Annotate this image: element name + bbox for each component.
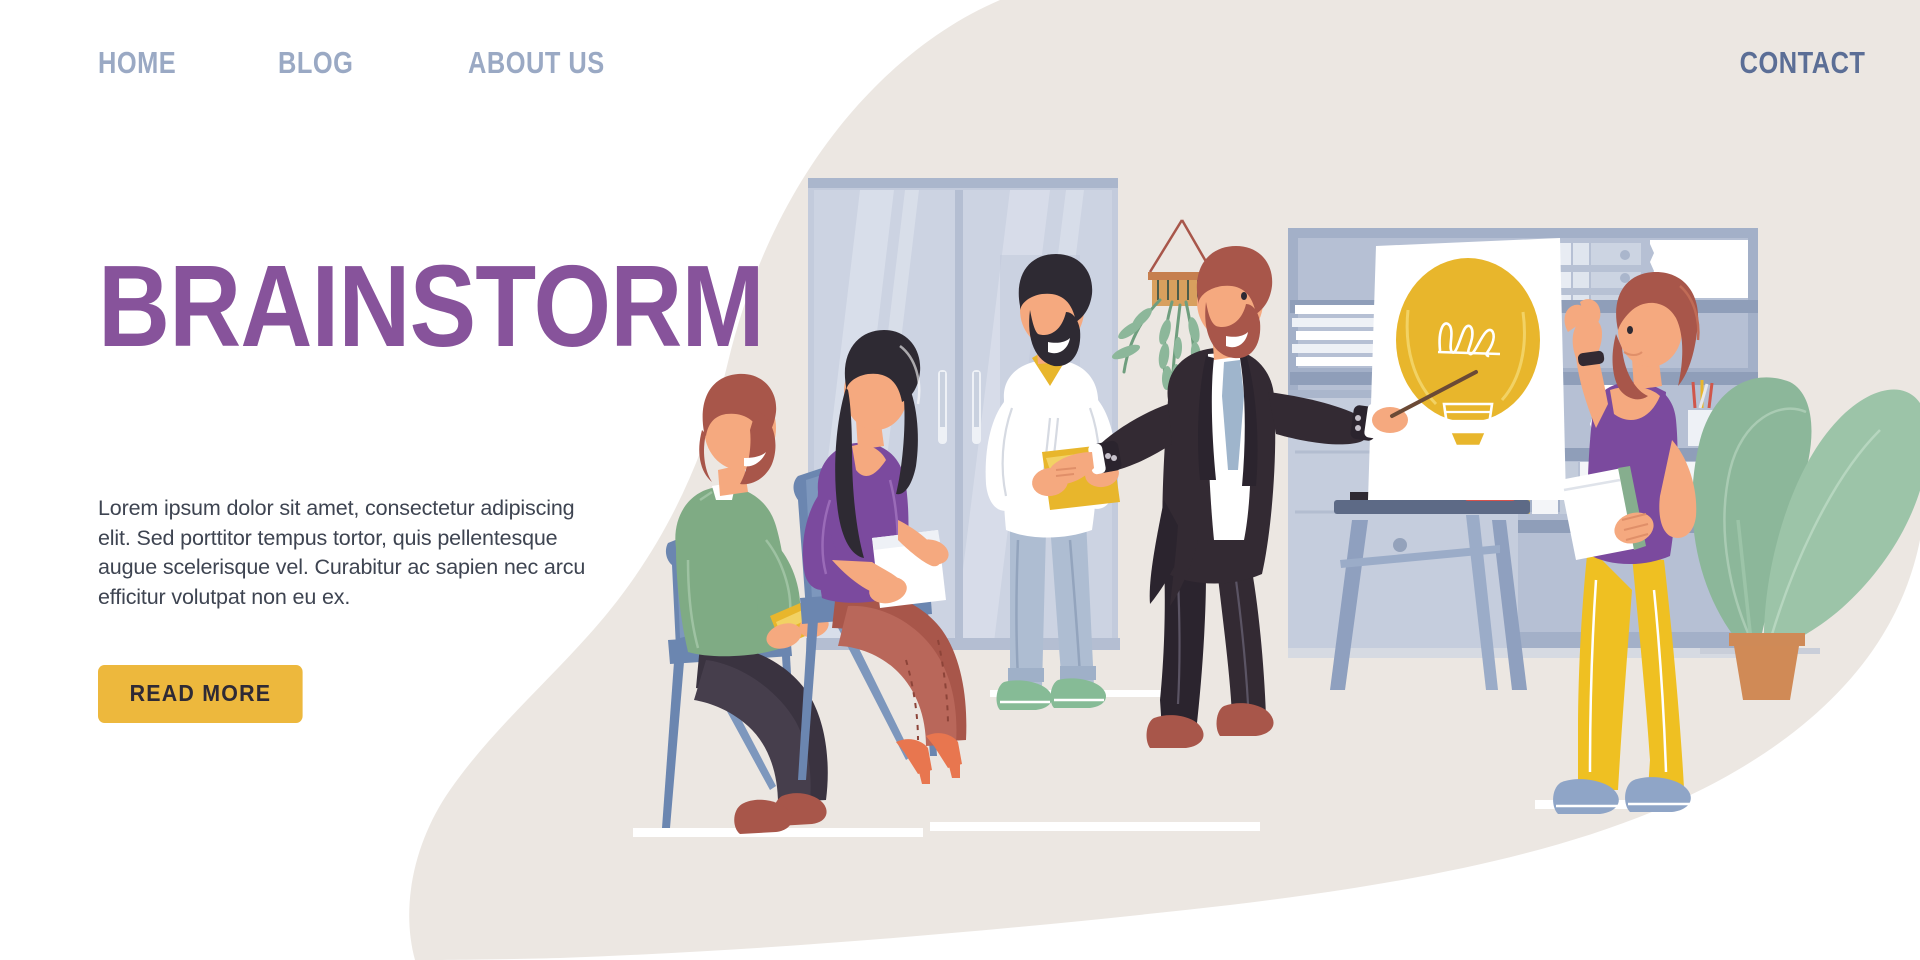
nav-link-home[interactable]: HOME xyxy=(98,45,246,81)
hero-description: Lorem ipsum dolor sit amet, consectetur … xyxy=(98,496,586,609)
nav-link-blog[interactable]: BLOG xyxy=(278,45,434,81)
read-more-button[interactable]: READ MORE xyxy=(98,664,303,723)
landing-page: HOME BLOG ABOUT US CONTACT BRAINSTORM Lo… xyxy=(0,0,1920,960)
hero-section: BRAINSTORM Lorem ipsum dolor sit amet, c… xyxy=(98,241,765,723)
nav-link-contact[interactable]: CONTACT xyxy=(1739,45,1865,81)
page-title: BRAINSTORM xyxy=(98,241,765,371)
main-navigation: HOME BLOG ABOUT US CONTACT xyxy=(0,0,1920,140)
nav-link-about-us[interactable]: ABOUT US xyxy=(468,45,657,81)
nav-links-group: HOME BLOG ABOUT US xyxy=(98,45,698,81)
